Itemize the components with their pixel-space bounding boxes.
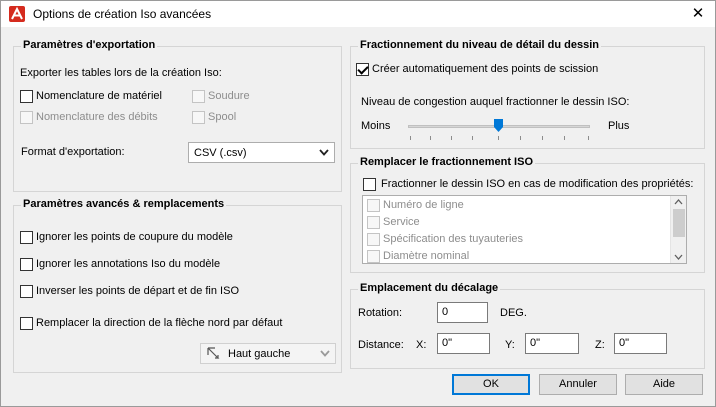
chevron-down-icon (319, 149, 329, 156)
list-item-label: Spécification des tuyauteries (383, 233, 524, 245)
close-button[interactable]: ✕ (687, 3, 709, 25)
ignore-annotations-label: Ignorer les annotations Iso du modèle (36, 258, 221, 270)
slider-min-label: Moins (361, 120, 391, 132)
reverse-points-checkbox[interactable] (20, 285, 33, 298)
export-settings-title: Paramètres d'exportation (21, 39, 158, 51)
ignore-breaks-label: Ignorer les points de coupure du modèle (36, 231, 233, 243)
ok-button[interactable]: OK (452, 374, 530, 395)
export-tables-label: Exporter les tables lors de la création … (20, 67, 222, 79)
y-value: 0" (530, 337, 541, 349)
split-on-change-label: Fractionner le dessin ISO en cas de modi… (381, 178, 694, 190)
y-label: Y: (505, 339, 515, 351)
offset-title: Emplacement du décalage (358, 282, 501, 294)
weld-label: Soudure (208, 90, 250, 102)
slider-tick (520, 136, 521, 140)
bom-checkbox[interactable] (20, 90, 33, 103)
list-item-label: Service (383, 216, 420, 228)
north-arrow-icon (207, 347, 220, 359)
weld-checkbox[interactable] (192, 90, 205, 103)
scroll-up-icon[interactable] (674, 199, 683, 205)
export-format-label: Format d'exportation: (21, 146, 125, 158)
auto-split-label: Créer automatiquement des points de scis… (372, 63, 599, 75)
distance-label: Distance: (358, 339, 404, 351)
help-button[interactable]: Aide (625, 374, 703, 395)
override-north-label: Remplacer la direction de la flèche nord… (36, 317, 283, 329)
x-label: X: (416, 339, 427, 351)
title-bar: Options de création Iso avancées ✕ (1, 1, 715, 27)
close-icon: ✕ (691, 5, 705, 22)
slider-thumb-icon[interactable] (494, 119, 503, 132)
list-item-label: Numéro de ligne (383, 199, 464, 211)
x-value: 0" (442, 337, 453, 349)
y-input[interactable]: 0" (525, 333, 579, 354)
list-item-checkbox[interactable] (367, 250, 380, 263)
export-format-value: CSV (.csv) (194, 147, 247, 159)
reverse-points-label: Inverser les points de départ et de fin … (36, 285, 240, 297)
spool-label: Spool (208, 111, 237, 123)
export-format-select[interactable]: CSV (.csv) (188, 142, 335, 163)
rotation-value: 0 (442, 306, 449, 318)
override-split-title: Remplacer le fractionnement ISO (358, 156, 535, 168)
x-input[interactable]: 0" (437, 333, 490, 354)
north-direction-select[interactable]: Haut gauche (200, 343, 336, 364)
slider-tick (472, 136, 473, 140)
list-item-checkbox[interactable] (367, 233, 380, 246)
slider-tick (542, 136, 543, 140)
scroll-thumb[interactable] (673, 209, 685, 237)
slider-tick (498, 136, 499, 140)
z-input[interactable]: 0" (614, 333, 667, 354)
window-title: Options de création Iso avancées (33, 7, 212, 21)
list-item-label: Diamètre nominal (383, 250, 470, 262)
list-scrollbar[interactable] (670, 196, 686, 263)
bom-label: Nomenclature de matériel (36, 90, 162, 102)
cutlist-label: Nomenclature des débits (36, 111, 158, 123)
slider-tick (588, 136, 589, 140)
rotation-label: Rotation: (358, 307, 403, 319)
split-detail-title: Fractionnement du niveau de détail du de… (358, 39, 601, 51)
scroll-down-icon[interactable] (674, 254, 683, 260)
slider-tick (410, 136, 411, 140)
rotation-unit: DEG. (500, 307, 527, 319)
cancel-button[interactable]: Annuler (539, 374, 617, 395)
properties-list[interactable]: Numéro de ligne Service Spécification de… (362, 195, 687, 264)
rotation-input[interactable]: 0 (437, 302, 488, 323)
slider-tick (430, 136, 431, 140)
slider-tick (564, 136, 565, 140)
ignore-breaks-checkbox[interactable] (20, 231, 33, 244)
chevron-down-icon (320, 350, 330, 357)
list-item-checkbox[interactable] (367, 199, 380, 212)
advanced-settings-title: Paramètres avancés & remplacements (21, 198, 227, 210)
offset-group: Emplacement du décalage (350, 282, 705, 369)
dialog: Options de création Iso avancées ✕ Param… (0, 0, 716, 407)
slider-max-label: Plus (608, 120, 630, 132)
z-value: 0" (619, 337, 630, 349)
ignore-annotations-checkbox[interactable] (20, 258, 33, 271)
z-label: Z: (595, 339, 605, 351)
congestion-label: Niveau de congestion auquel fractionner … (361, 96, 630, 108)
split-on-change-checkbox[interactable] (363, 178, 376, 191)
list-item-checkbox[interactable] (367, 216, 380, 229)
spool-checkbox[interactable] (192, 111, 205, 124)
override-north-checkbox[interactable] (20, 317, 33, 330)
auto-split-checkbox[interactable] (356, 63, 369, 76)
north-direction-value: Haut gauche (228, 348, 291, 360)
cutlist-checkbox[interactable] (20, 111, 33, 124)
slider-tick (451, 136, 452, 140)
autocad-logo-icon (9, 6, 25, 22)
